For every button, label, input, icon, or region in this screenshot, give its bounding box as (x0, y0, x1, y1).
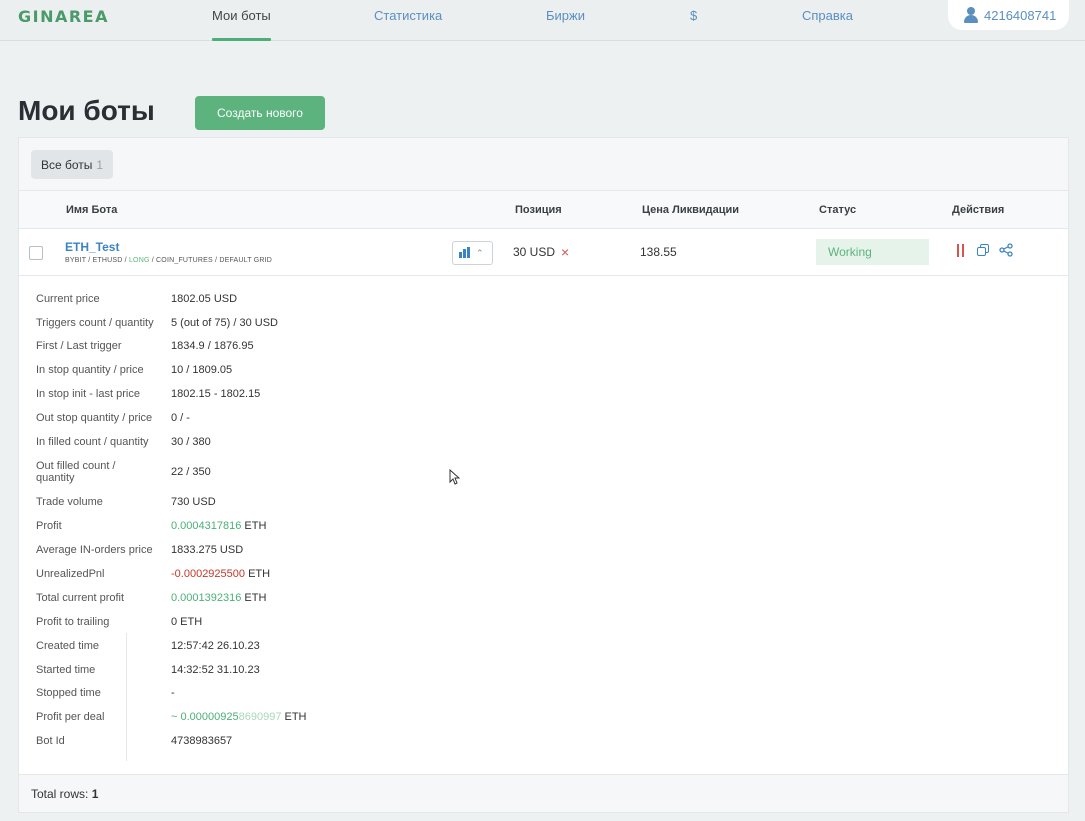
status-badge: Working (816, 239, 929, 265)
top-navigation: GINAREA Мои боты Статистика Биржи $ Спра… (0, 0, 1085, 41)
pause-icon[interactable] (957, 244, 965, 257)
page-title: Мои боты (18, 95, 155, 126)
bots-table-card: Все боты 1 Имя Бота Позиция Цена Ликвида… (18, 137, 1069, 813)
close-position-icon[interactable]: × (561, 245, 569, 259)
nav-exchanges[interactable]: Биржи (546, 8, 585, 23)
column-position[interactable]: Позиция (515, 204, 562, 216)
copy-icon[interactable] (977, 244, 990, 257)
nav-my-bots[interactable]: Мои боты (212, 8, 271, 23)
user-account-button[interactable]: 4216408741 (948, 0, 1069, 30)
active-nav-indicator (212, 38, 271, 41)
nav-statistics[interactable]: Статистика (374, 8, 442, 23)
chart-toggle-button[interactable]: ⌃ (452, 241, 493, 265)
column-actions: Действия (952, 204, 1005, 216)
nav-help[interactable]: Справка (802, 8, 853, 23)
bot-meta: BYBIT / ETHUSD / LONG / COIN_FUTURES / D… (65, 257, 273, 264)
filter-all-bots[interactable]: Все боты 1 (31, 150, 114, 179)
total-rows-label: Total rows: (31, 787, 89, 801)
column-status[interactable]: Статус (819, 204, 856, 216)
row-checkbox[interactable] (29, 246, 43, 260)
bar-chart-icon (459, 247, 470, 258)
divider (126, 633, 127, 761)
position-cell: 30 USD × (513, 245, 569, 259)
table-header: Имя Бота Позиция Цена Ликвидации Статус … (19, 191, 1068, 229)
user-icon (964, 7, 978, 23)
nav-billing[interactable]: $ (690, 8, 697, 23)
mouse-cursor-icon (449, 469, 460, 485)
create-bot-button[interactable]: Создать нового (195, 96, 325, 130)
table-footer: Total rows: 1 (19, 774, 1068, 812)
table-row[interactable]: ETH_Test BYBIT / ETHUSD / LONG / COIN_FU… (19, 229, 1068, 276)
share-icon[interactable] (999, 243, 1013, 257)
bot-name-link[interactable]: ETH_Test (65, 240, 119, 254)
column-bot-name[interactable]: Имя Бота (66, 204, 117, 216)
ginarea-logo[interactable]: GINAREA (18, 7, 109, 26)
user-id: 4216408741 (984, 7, 1057, 23)
liquidation-price: 138.55 (640, 245, 677, 259)
column-liquidation-price[interactable]: Цена Ликвидации (642, 204, 739, 216)
filter-label: Все боты (41, 157, 93, 172)
filter-bar: Все боты 1 (19, 138, 1068, 191)
chevron-up-icon: ⌃ (476, 247, 484, 258)
filter-count: 1 (96, 157, 104, 172)
total-rows-count: 1 (91, 787, 99, 801)
position-value: 30 USD (513, 245, 556, 259)
